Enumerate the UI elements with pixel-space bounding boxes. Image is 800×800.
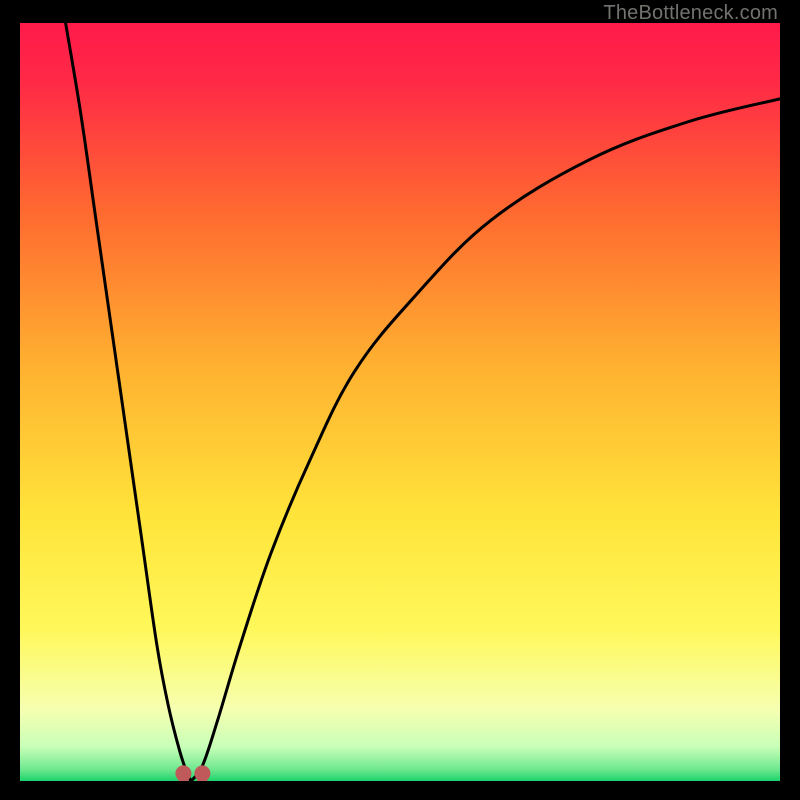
bottleneck-chart bbox=[20, 23, 780, 781]
heat-gradient-background bbox=[20, 23, 780, 781]
watermark-text: TheBottleneck.com bbox=[603, 2, 778, 25]
chart-frame bbox=[20, 23, 780, 781]
marker-minimum-right bbox=[194, 765, 210, 781]
marker-minimum-left bbox=[175, 765, 191, 781]
